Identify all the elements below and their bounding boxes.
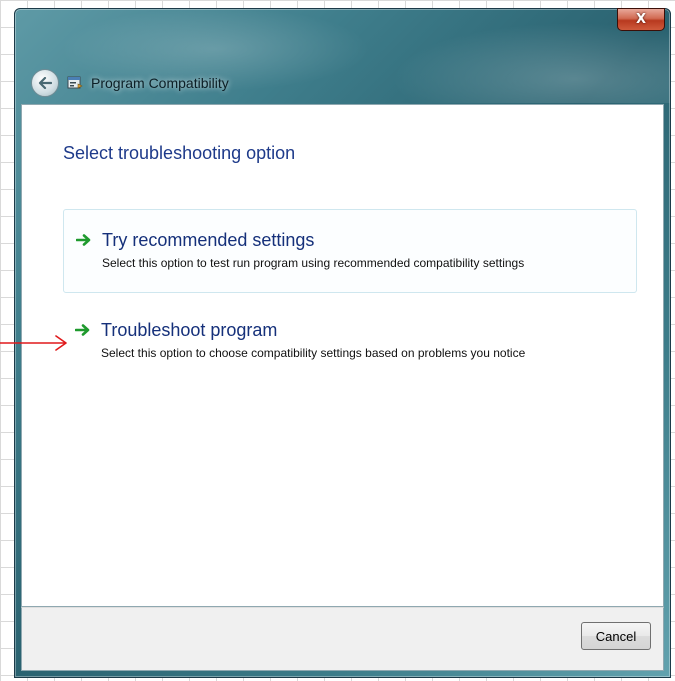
program-compatibility-icon <box>67 76 83 89</box>
close-button[interactable]: X <box>617 8 665 31</box>
option-title: Troubleshoot program <box>101 320 278 340</box>
page-heading: Select troubleshooting option <box>63 143 296 163</box>
program-compatibility-window: X Program Compatibility Select troublesh… <box>14 8 671 678</box>
red-pointer-arrow-icon <box>0 335 67 351</box>
window-title: Program Compatibility <box>91 75 229 91</box>
back-button[interactable] <box>31 69 59 97</box>
green-arrow-icon <box>75 324 90 336</box>
close-icon: X <box>635 12 647 27</box>
option-title: Try recommended settings <box>102 230 315 250</box>
content-area: Select troubleshooting option Try recomm… <box>21 104 664 607</box>
option-try-recommended-settings[interactable]: Try recommended settings Select this opt… <box>63 209 637 293</box>
cancel-button[interactable]: Cancel <box>581 622 651 650</box>
option-troubleshoot-program[interactable]: Troubleshoot program Select this option … <box>63 300 637 372</box>
option-description: Select this option to test run program u… <box>102 256 525 270</box>
dialog-footer: Cancel <box>21 607 664 671</box>
green-arrow-icon <box>76 234 91 246</box>
back-arrow-icon <box>38 77 52 89</box>
title-bar[interactable]: X Program Compatibility <box>15 8 670 103</box>
option-description: Select this option to choose compatibili… <box>101 346 526 360</box>
